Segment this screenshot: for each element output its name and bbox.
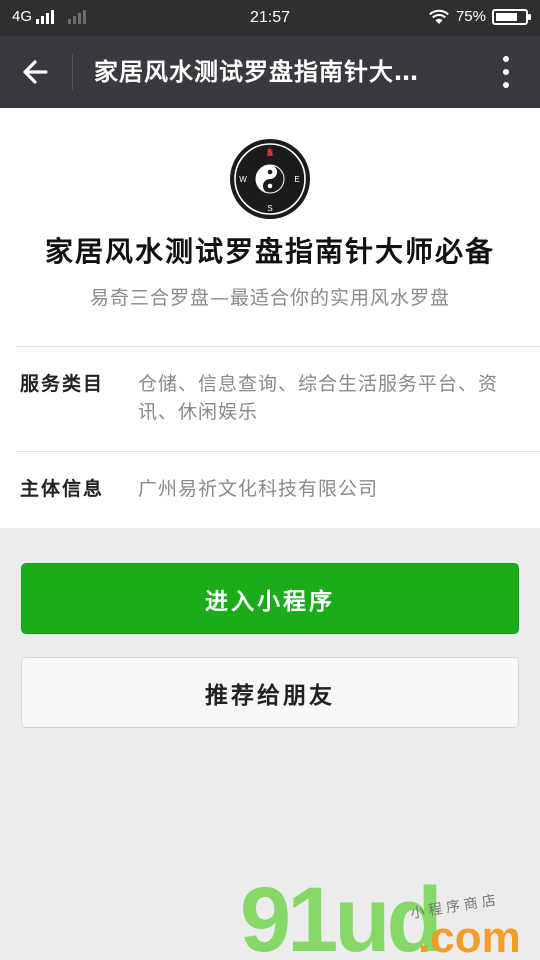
app-name: 家居风水测试罗盘指南针大师必备 — [44, 235, 495, 268]
compass-west-label: W — [239, 175, 247, 184]
more-vertical-icon — [503, 56, 509, 62]
watermark-logo: 91ud — [240, 869, 443, 960]
nav-divider — [72, 54, 73, 90]
compass-yin-yang-icon: N S E W — [230, 139, 310, 219]
battery-fill — [496, 12, 517, 21]
back-button[interactable] — [16, 52, 60, 92]
enter-mini-program-button[interactable]: 进入小程序 — [21, 563, 519, 634]
divider — [16, 451, 540, 452]
status-right: 75% — [428, 8, 531, 25]
wifi-icon — [429, 9, 449, 24]
recommend-to-friend-button[interactable]: 推荐给朋友 — [21, 657, 519, 728]
divider — [16, 346, 540, 347]
compass-south-label: S — [267, 204, 272, 213]
status-bar: 4G 21:57 75% — [0, 0, 540, 36]
watermark-domain: .com — [418, 913, 521, 960]
compass-east-label: E — [294, 175, 299, 184]
service-category-value: 仓储、信息查询、综合生活服务平台、资讯、休闲娱乐 — [138, 373, 499, 423]
battery-icon — [492, 8, 531, 25]
service-category-label: 服务类目 — [20, 373, 105, 395]
entity-info-label: 主体信息 — [20, 478, 105, 500]
arrow-left-icon — [23, 60, 48, 84]
compass-north-label: N — [267, 148, 273, 157]
navigation-bar: 家居风水测试罗盘指南针大… — [0, 36, 540, 108]
page-title: 家居风水测试罗盘指南针大… — [94, 58, 419, 86]
more-button[interactable] — [492, 52, 520, 92]
app-description: 易奇三合罗盘—最适合你的实用风水罗盘 — [89, 287, 450, 309]
entity-info-value: 广州易祈文化科技有限公司 — [138, 478, 379, 500]
battery-percent: 75% — [455, 8, 486, 25]
